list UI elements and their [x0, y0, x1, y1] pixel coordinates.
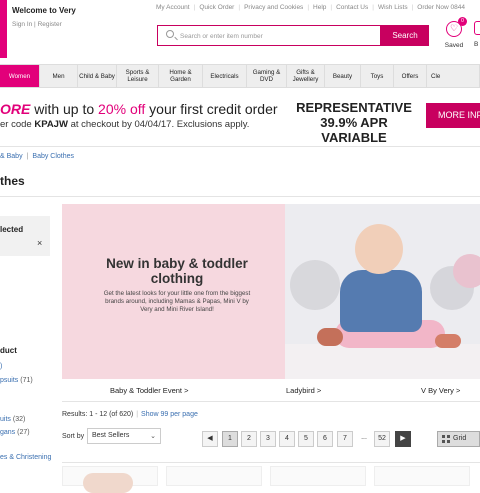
- filter-option[interactable]: uits (32): [0, 416, 25, 423]
- page-7[interactable]: 7: [337, 431, 353, 447]
- ladybird-link[interactable]: Ladybird >: [286, 386, 321, 395]
- nav-child-baby[interactable]: Child & Baby: [78, 65, 117, 87]
- product-tile[interactable]: [270, 466, 366, 486]
- page-52[interactable]: 52: [374, 431, 390, 447]
- nav-home-garden[interactable]: Home & Garden: [159, 65, 203, 87]
- account-links: Sign In | Register: [12, 21, 62, 28]
- more-info-button[interactable]: MORE INF: [426, 103, 480, 128]
- baby-photo: [285, 204, 480, 379]
- page-title: thes: [0, 174, 25, 188]
- product-filter-heading: duct: [0, 346, 17, 355]
- baby-toddler-event-link[interactable]: Baby & Toddler Event >: [110, 386, 188, 395]
- saved-items[interactable]: ♡ 0 Saved: [440, 17, 468, 49]
- nav-electricals[interactable]: Electricals: [203, 65, 247, 87]
- product-tile[interactable]: [166, 466, 262, 486]
- saved-count-badge: 0: [458, 17, 467, 26]
- filter-option[interactable]: gans (27): [0, 429, 30, 436]
- filter-option[interactable]: psuits (71): [0, 377, 33, 384]
- order-phone-link[interactable]: Order Now 0844: [417, 4, 465, 11]
- nav-men[interactable]: Men: [40, 65, 78, 87]
- nav-gaming-dvd[interactable]: Gaming & DVD: [247, 65, 287, 87]
- hero-headline: New in baby & toddler clothing: [106, 256, 248, 286]
- wish-lists-link[interactable]: Wish Lists: [378, 4, 408, 11]
- divider: [62, 462, 480, 463]
- sign-in-link[interactable]: Sign In: [12, 21, 32, 28]
- saved-label: Saved: [444, 42, 464, 49]
- breadcrumb-baby-clothes[interactable]: Baby Clothes: [32, 153, 74, 160]
- very-logo[interactable]: [0, 0, 7, 58]
- contact-link[interactable]: Contact Us: [336, 4, 368, 11]
- nav-gifts-jewellery[interactable]: Gifts & Jewellery: [287, 65, 325, 87]
- divider: [62, 401, 480, 402]
- nav-beauty[interactable]: Beauty: [325, 65, 361, 87]
- page-5[interactable]: 5: [298, 431, 314, 447]
- filter-option[interactable]: es & Christening: [0, 454, 51, 461]
- search-box: [157, 25, 381, 46]
- selected-filters-box: lected ×: [0, 216, 50, 256]
- clear-filter-icon[interactable]: ×: [37, 238, 42, 248]
- v-by-very-link[interactable]: V By Very >: [421, 386, 460, 395]
- help-link[interactable]: Help: [313, 4, 326, 11]
- nav-sports-leisure[interactable]: Sports & Leisure: [117, 65, 159, 87]
- search-icon: [166, 30, 174, 38]
- selected-filters-title: lected: [0, 225, 24, 234]
- utility-links: My Account | Quick Order | Privacy and Cooki…: [156, 4, 465, 11]
- main-nav: Women Men Child & Baby Sports & Leisure …: [0, 64, 480, 88]
- page-2[interactable]: 2: [241, 431, 257, 447]
- prev-page-button[interactable]: ◀: [202, 431, 218, 447]
- search-input[interactable]: [178, 28, 372, 45]
- my-account-link[interactable]: My Account: [156, 4, 190, 11]
- hero-banner[interactable]: New in baby & toddler clothing Get the l…: [62, 204, 480, 379]
- promo-headline[interactable]: ORE with up to 20% off your first credit…: [0, 101, 278, 117]
- nav-women[interactable]: Women: [0, 65, 40, 87]
- representative-apr: REPRESENTATIVE 39.9% APR VARIABLE: [296, 100, 412, 145]
- register-link[interactable]: Register: [38, 21, 62, 28]
- product-tile[interactable]: [62, 466, 158, 493]
- nav-clearance[interactable]: Cle: [427, 65, 480, 87]
- hero-body: Get the latest looks for your little one…: [103, 290, 251, 313]
- promo-code: KPAJW: [34, 119, 68, 130]
- grid-view-button[interactable]: Grid: [437, 431, 480, 447]
- sort-label: Sort by: [62, 433, 85, 440]
- page-3[interactable]: 3: [260, 431, 276, 447]
- bag-label: B: [474, 41, 479, 48]
- heart-icon: ♡ 0: [446, 17, 467, 37]
- page-ellipsis: ...: [361, 434, 367, 441]
- promo-code-text: er code KPAJW at checkout by 04/04/17. E…: [0, 119, 250, 130]
- show-99-link[interactable]: Show 99 per page: [141, 411, 198, 418]
- page-4[interactable]: 4: [279, 431, 295, 447]
- results-count: Results: 1 - 12 (of 620) | Show 99 per pag…: [62, 411, 198, 418]
- privacy-link[interactable]: Privacy and Cookies: [244, 4, 303, 11]
- chevron-down-icon: ⌄: [150, 433, 156, 440]
- divider: [0, 146, 480, 147]
- filter-option[interactable]: ): [0, 363, 2, 370]
- grid-icon: [442, 435, 450, 443]
- sort-select[interactable]: Best Sellers ⌄: [87, 428, 161, 444]
- product-tile[interactable]: [374, 466, 470, 486]
- breadcrumb-child-baby[interactable]: & Baby: [0, 153, 23, 160]
- nav-toys[interactable]: Toys: [361, 65, 394, 87]
- search-button[interactable]: Search: [381, 25, 429, 46]
- divider: [0, 196, 480, 197]
- page-1[interactable]: 1: [222, 431, 238, 447]
- next-page-button[interactable]: ▶: [395, 431, 411, 447]
- breadcrumb: & Baby | Baby Clothes: [0, 153, 75, 160]
- bag-icon[interactable]: [474, 21, 480, 35]
- welcome-text: Welcome to Very: [12, 6, 76, 15]
- nav-offers[interactable]: Offers: [394, 65, 427, 87]
- page-6[interactable]: 6: [317, 431, 333, 447]
- quick-order-link[interactable]: Quick Order: [199, 4, 234, 11]
